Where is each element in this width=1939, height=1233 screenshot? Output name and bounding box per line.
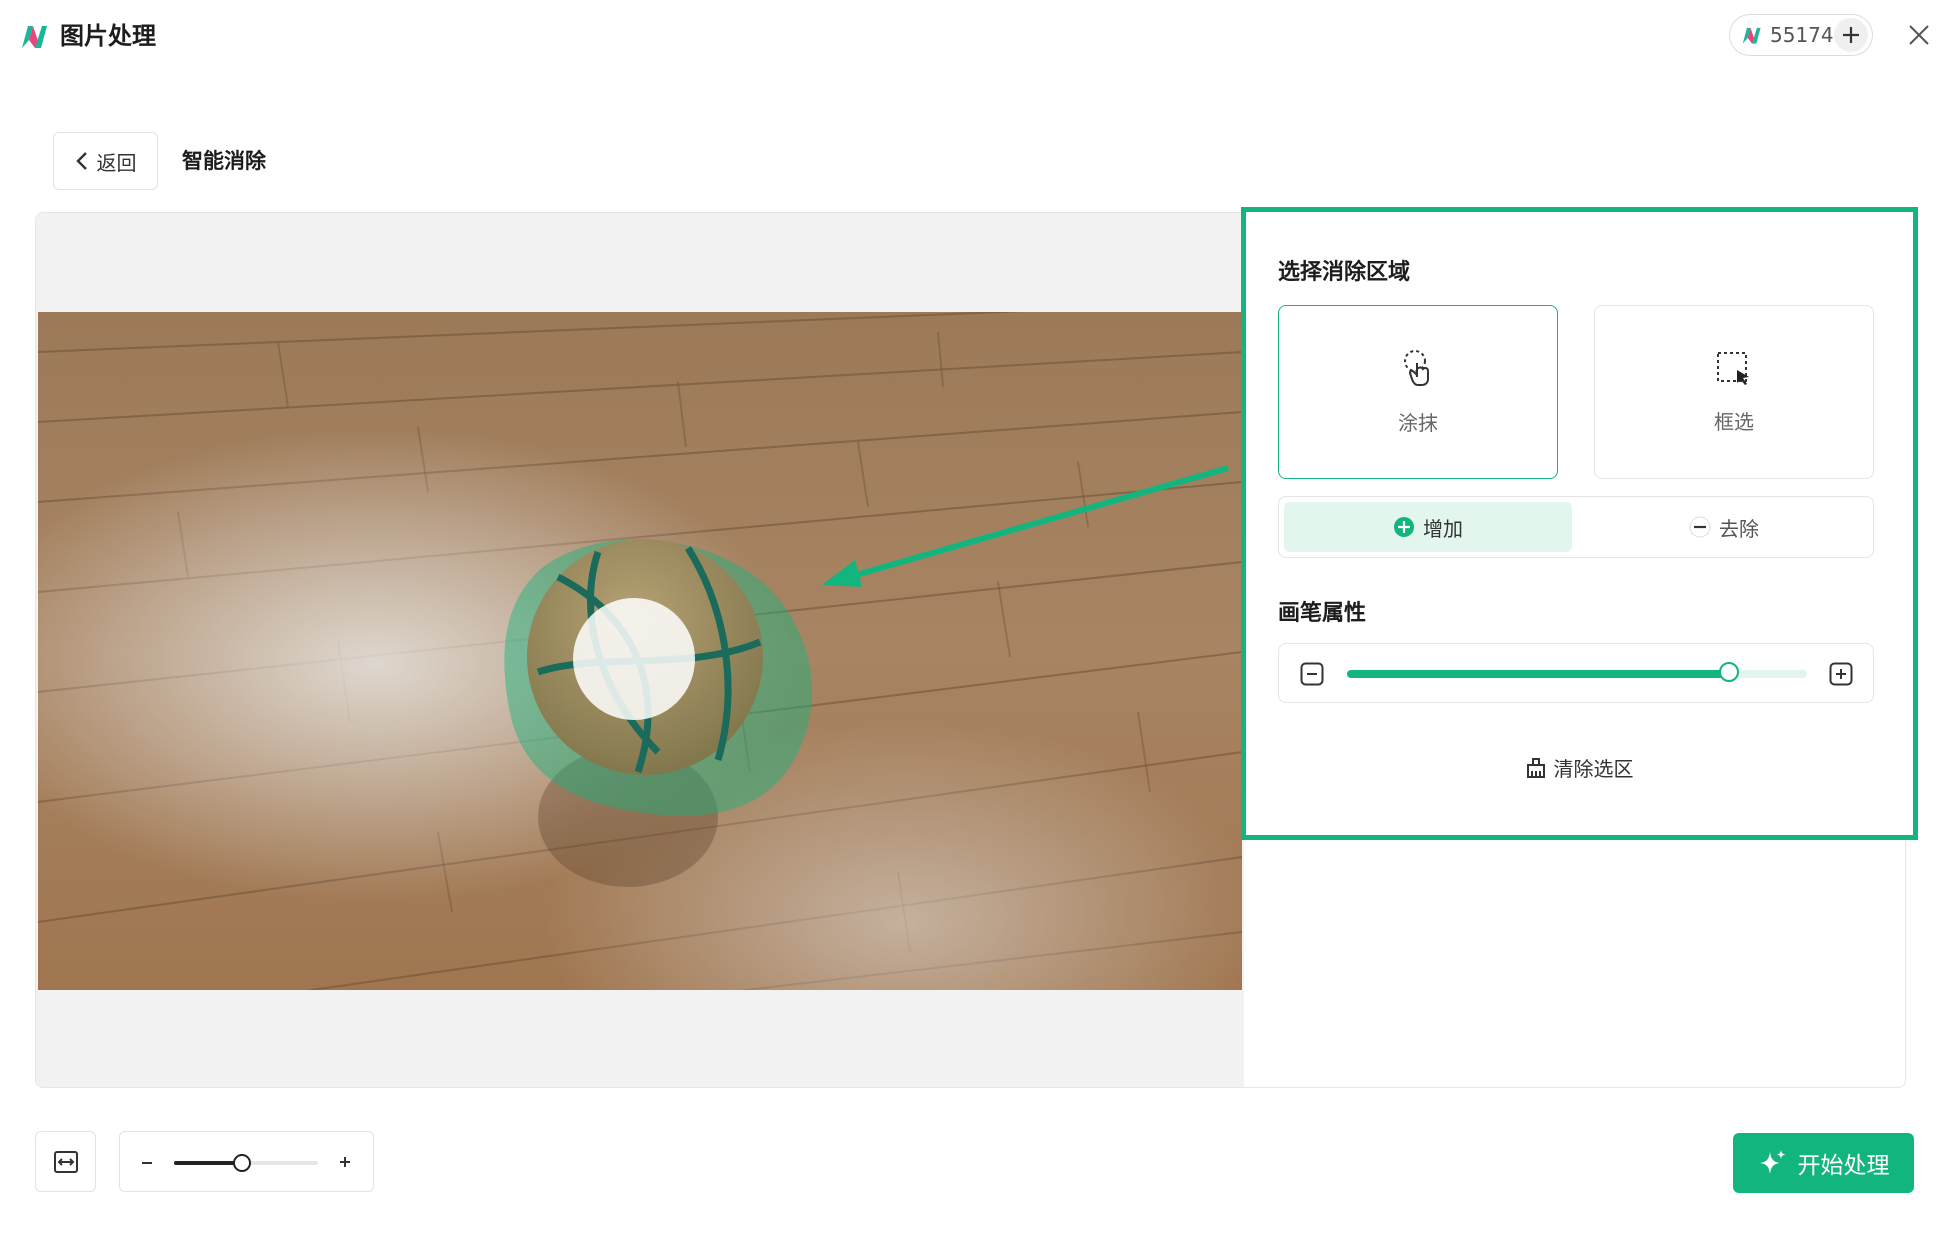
add-label: 增加	[1423, 516, 1463, 541]
box-select-icon	[1717, 351, 1749, 385]
brush-properties-title: 画笔属性	[1278, 601, 1367, 626]
brush-size-fill	[1347, 670, 1729, 678]
remove-button[interactable]: 去除	[1580, 502, 1868, 552]
zoom-track[interactable]	[174, 1154, 318, 1172]
credits-badge[interactable]: 55174	[1729, 14, 1873, 56]
eraser-icon	[1526, 757, 1545, 778]
zoom-fill	[174, 1161, 242, 1165]
mode-box-label: 框选	[1714, 409, 1754, 434]
app-title: 图片处理	[60, 22, 156, 50]
remove-label: 去除	[1719, 516, 1759, 541]
zoom-handle[interactable]	[232, 1154, 251, 1172]
brush-size-increase-icon[interactable]	[1829, 662, 1853, 686]
select-area-title: 选择消除区域	[1278, 260, 1411, 285]
credits-logo-icon	[1742, 27, 1761, 44]
start-processing-label: 开始处理	[1797, 1153, 1890, 1179]
brush-size-decrease-icon[interactable]	[1300, 662, 1324, 686]
erase-tool-panel: 选择消除区域 涂抹 框选 增加 去除 画笔属性 清除选区	[1241, 207, 1918, 840]
photo-basketball-on-floor[interactable]	[38, 312, 1242, 990]
start-processing-button[interactable]: 开始处理	[1733, 1133, 1914, 1193]
chevron-left-icon	[75, 152, 87, 170]
zoom-in-icon[interactable]	[338, 1155, 352, 1169]
minus-circle-icon	[1689, 516, 1711, 538]
add-button[interactable]: 增加	[1284, 502, 1572, 552]
fit-width-button[interactable]	[35, 1131, 96, 1192]
clear-selection-label: 清除选区	[1553, 757, 1634, 781]
close-icon	[1909, 25, 1929, 45]
add-remove-toggle: 增加 去除	[1278, 496, 1874, 558]
plus-circle-icon	[1394, 517, 1414, 537]
brush-size-handle[interactable]	[1718, 662, 1739, 682]
mode-smear-button[interactable]: 涂抹	[1278, 305, 1558, 479]
fit-width-icon	[53, 1150, 78, 1173]
brush-size-track[interactable]	[1347, 662, 1807, 682]
mode-smear-label: 涂抹	[1398, 410, 1438, 435]
back-button[interactable]: 返回	[53, 132, 158, 190]
brush-size-control	[1278, 643, 1874, 703]
zoom-out-icon[interactable]	[140, 1156, 154, 1170]
credits-count: 55174	[1770, 23, 1834, 47]
clear-selection-button[interactable]: 清除选区	[1246, 753, 1913, 782]
zoom-control	[119, 1131, 374, 1192]
image-canvas[interactable]	[36, 213, 1244, 1087]
sparkle-icon	[1759, 1150, 1785, 1174]
add-credits-button[interactable]	[1834, 18, 1868, 52]
page-title: 智能消除	[182, 149, 266, 173]
app-logo-icon	[22, 26, 47, 48]
brush-select-icon	[1404, 349, 1429, 386]
annotation-arrow	[822, 465, 1229, 587]
back-label: 返回	[96, 150, 137, 175]
close-button[interactable]	[1904, 20, 1934, 50]
mode-box-button[interactable]: 框选	[1594, 305, 1874, 479]
plus-icon	[1843, 27, 1859, 43]
